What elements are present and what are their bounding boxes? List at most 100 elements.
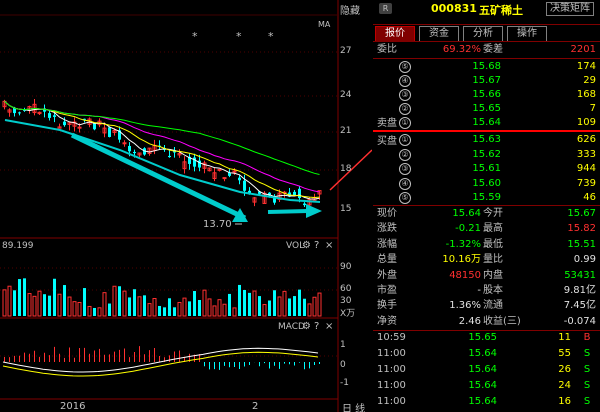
tick-volume: 11	[558, 332, 571, 343]
volume-bar	[48, 295, 51, 316]
volume-bar	[307, 303, 312, 317]
volume-bar	[37, 290, 42, 317]
volume-bar	[83, 288, 86, 316]
quote-label: 股本	[483, 285, 503, 296]
tick-price: 15.64	[468, 364, 497, 375]
volume-bar	[212, 305, 217, 317]
level-number: ①	[399, 117, 411, 129]
weicha-value: 2201	[570, 44, 596, 55]
quote-label: 现价	[377, 208, 397, 219]
tab-funds[interactable]: 资金	[419, 26, 459, 41]
candlestick	[37, 111, 42, 115]
period-label[interactable]: 日 线	[342, 400, 365, 412]
quote-row: 现价 15.64 今开 15.67	[373, 206, 600, 222]
quote-value: 53431	[564, 269, 596, 281]
volume-bar	[193, 291, 196, 316]
hide-toggle[interactable]: 隐藏	[340, 2, 360, 17]
volume-bar	[13, 290, 16, 316]
volume-bar	[43, 294, 46, 316]
tick-direction: S	[583, 348, 591, 359]
quote-label: 市盈	[377, 285, 397, 296]
vol-unit-label: X万	[340, 309, 356, 319]
macd-axis-label: 1	[340, 340, 346, 350]
level-number: ③	[399, 89, 411, 101]
volume-bar	[158, 305, 161, 316]
bid-price: 15.63	[472, 134, 501, 145]
candlestick	[182, 156, 187, 174]
vol-close-icon[interactable]: ×	[325, 240, 333, 251]
volume-bar	[268, 300, 271, 316]
volume-bar	[143, 295, 146, 316]
bid-volume: 739	[576, 177, 596, 189]
quote-row: 外盘 48150 内盘 53431	[373, 268, 600, 284]
level-number: ①	[399, 134, 411, 146]
star-mark: *	[268, 30, 274, 43]
volume-bar	[207, 298, 212, 317]
candlestick	[137, 152, 142, 158]
volume-bar	[163, 307, 166, 316]
candlestick	[207, 167, 212, 172]
volume-bar	[217, 299, 222, 317]
volume-bar	[317, 292, 322, 317]
quote-value: 48150	[449, 269, 481, 281]
candlestick	[118, 126, 121, 143]
quote-value: 7.45亿	[563, 300, 596, 312]
quote-value: 15.82	[567, 223, 596, 235]
macd-close-icon[interactable]: ×	[325, 321, 333, 332]
volume-bar	[112, 285, 117, 317]
tick-row: 11:00 15.64 26 S	[373, 362, 600, 378]
candlestick	[2, 99, 7, 110]
low-price-marker: 13.70	[203, 219, 232, 230]
volume-bar	[108, 303, 111, 316]
kline-chart[interactable]	[0, 0, 372, 412]
volume-bar	[252, 290, 257, 317]
quote-row: 净资 2.46 收益(三) -0.074	[373, 314, 600, 330]
candlestick	[168, 150, 171, 158]
macd-help-icon[interactable]: ?	[314, 321, 319, 332]
volume-bar	[147, 303, 152, 317]
quote-value: -0.074	[563, 315, 596, 327]
candlestick	[48, 110, 51, 121]
candlestick	[43, 104, 46, 118]
vol-settings-icon[interactable]: ⚙	[302, 240, 311, 251]
vol-help-icon[interactable]: ?	[314, 240, 319, 251]
weibi-row: 委比 69.32% 委差 2201	[373, 42, 600, 58]
quote-label: 流通	[483, 300, 503, 312]
weibi-value: 69.32%	[442, 44, 481, 55]
volume-bar	[262, 304, 267, 317]
tab-analysis[interactable]: 分析	[463, 26, 503, 41]
volume-bar	[77, 301, 82, 317]
quote-value: 15.51	[567, 238, 596, 250]
macd-settings-icon[interactable]: ⚙	[302, 321, 311, 332]
volume-bar	[152, 298, 157, 317]
quote-label: 净资	[377, 315, 397, 327]
quote-row: 换手 1.36% 流通 7.45亿	[373, 298, 600, 314]
decision-matrix-button[interactable]: 决策矩阵	[546, 2, 594, 16]
macd-axis-label: -1	[340, 378, 349, 388]
volume-bar	[27, 293, 32, 317]
candlestick	[173, 146, 176, 158]
sell-label: 卖盘	[377, 118, 397, 129]
quote-row: 涨幅 -1.32% 最低 15.51	[373, 237, 600, 253]
volume-bar	[312, 296, 317, 317]
quote-row: 市盈 - 股本 9.81亿	[373, 283, 600, 299]
bid-level-row: ① 15.63 626	[373, 132, 600, 148]
kline-chart-area[interactable]: 隐藏 MA * * * 27 24 21 18 15 13.70 89.199 …	[0, 0, 372, 412]
candlestick	[238, 175, 241, 185]
tick-time: 11:00	[377, 348, 406, 359]
volume-bar	[53, 278, 56, 316]
quote-label: 涨幅	[377, 238, 397, 250]
candlestick	[303, 202, 306, 207]
tick-volume: 24	[558, 380, 571, 391]
ma5-line	[4, 100, 320, 200]
tick-time: 10:59	[377, 332, 406, 343]
volume-bar	[72, 301, 77, 317]
tick-volume: 26	[558, 364, 571, 375]
tab-operation[interactable]: 操作	[507, 26, 547, 41]
tab-quote[interactable]: 报价	[375, 26, 415, 41]
stock-name: 五矿稀土	[479, 4, 523, 17]
quote-value: -1.32%	[445, 238, 481, 250]
tick-direction: S	[583, 396, 591, 407]
level-number: ②	[399, 103, 411, 115]
candlestick	[252, 196, 257, 207]
